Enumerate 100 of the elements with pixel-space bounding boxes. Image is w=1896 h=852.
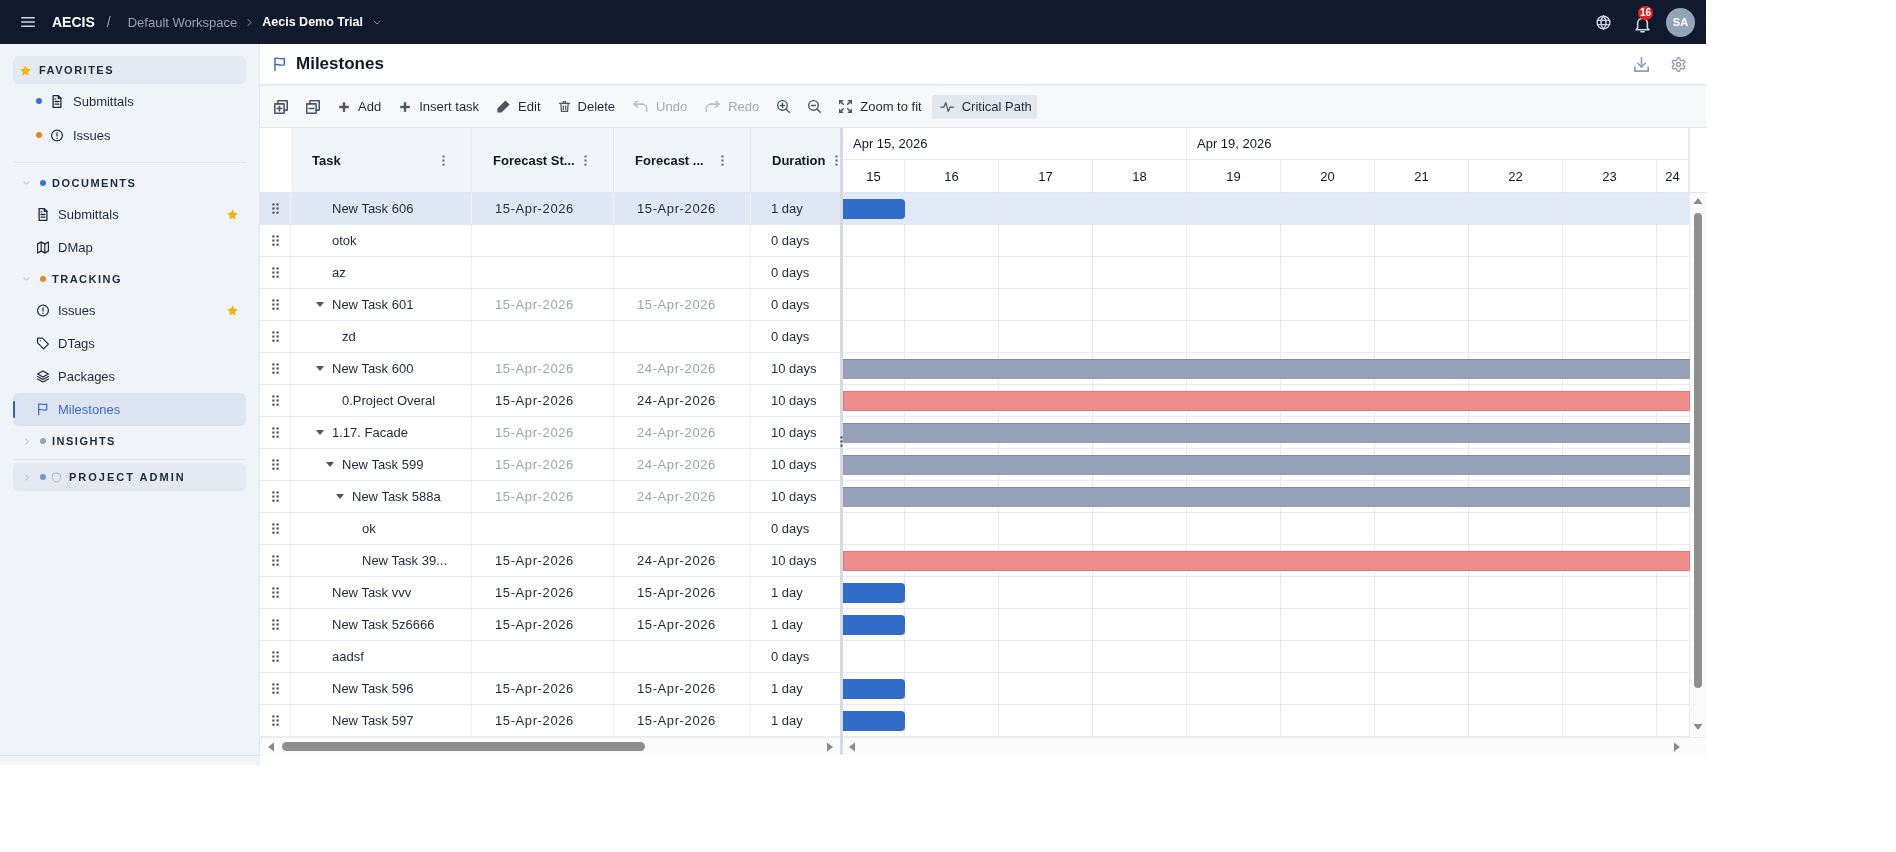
toolbar-button[interactable]: Delete <box>558 94 616 119</box>
task-name: New Task 606 <box>332 201 414 216</box>
table-row[interactable]: otok 0 days <box>260 225 840 257</box>
horizontal-scrollbar[interactable] <box>843 737 1706 755</box>
drag-handle-icon[interactable] <box>271 427 279 438</box>
day-header: 17 <box>999 160 1093 192</box>
section-title[interactable]: DOCUMENTS <box>52 177 137 189</box>
task-name: 1.17. Facade <box>332 425 408 440</box>
caret-down-icon[interactable] <box>336 494 344 499</box>
settings-icon[interactable] <box>1671 56 1686 72</box>
star-icon[interactable] <box>227 305 238 316</box>
caret-down-icon[interactable] <box>326 462 334 467</box>
sidebar-item[interactable]: Issues <box>13 294 246 327</box>
toolbar-button[interactable]: Add <box>338 94 382 119</box>
arrow-left-icon[interactable] <box>849 741 855 752</box>
zoom-out-icon[interactable] <box>808 100 822 113</box>
caret-down-icon[interactable] <box>316 430 324 435</box>
drag-handle-icon[interactable] <box>271 587 279 598</box>
sidebar-item[interactable]: Submittals <box>13 84 246 118</box>
table-row[interactable]: ok 0 days <box>260 513 840 545</box>
sidebar-item[interactable]: Issues <box>13 118 246 152</box>
shield-icon <box>52 471 61 483</box>
expand-all-icon[interactable] <box>274 99 288 114</box>
grip-icon[interactable] <box>840 436 843 447</box>
toolbar-button[interactable]: Insert task <box>399 94 480 119</box>
favorites-header[interactable]: FAVORITES <box>13 56 246 84</box>
table-row[interactable]: New Task 601 15-Apr-2026 15-Apr-2026 0 days <box>260 289 840 321</box>
column-header[interactable]: Forecast ... <box>614 128 751 192</box>
table-cell: 15-Apr-2026 <box>472 609 614 640</box>
table-row[interactable]: New Task vvv 15-Apr-2026 15-Apr-2026 1 day <box>260 577 840 609</box>
table-row[interactable]: 1.17. Facade 15-Apr-2026 24-Apr-2026 10 days <box>260 417 840 449</box>
kebab-menu-icon[interactable] <box>584 154 587 166</box>
sidebar-item[interactable]: DTags <box>13 327 246 360</box>
section-title[interactable]: INSIGHTS <box>52 435 116 447</box>
sidebar-item[interactable]: DMap <box>13 231 246 264</box>
drag-handle-icon[interactable] <box>271 523 279 534</box>
drag-handle-icon[interactable] <box>271 203 279 214</box>
download-icon[interactable] <box>1634 56 1649 72</box>
table-cell: 24-Apr-2026 <box>614 385 751 416</box>
table-row[interactable]: New Task 599 15-Apr-2026 24-Apr-2026 10 days <box>260 449 840 481</box>
kebab-menu-icon[interactable] <box>721 154 724 166</box>
column-header[interactable]: Forecast St... <box>472 128 614 192</box>
arrow-up-icon[interactable] <box>1693 198 1703 204</box>
project-selector[interactable]: Aecis Demo Trial <box>262 15 382 29</box>
task-name: New Task 601 <box>332 297 414 312</box>
table-row[interactable]: New Task 606 15-Apr-2026 15-Apr-2026 1 day <box>260 193 840 225</box>
table-row[interactable]: New Task 588a 15-Apr-2026 24-Apr-2026 10 days <box>260 481 840 513</box>
table-row[interactable]: 0.Project Overal 15-Apr-2026 24-Apr-2026 10 days <box>260 385 840 417</box>
column-header[interactable]: Duration <box>751 128 840 192</box>
horizontal-scrollbar[interactable] <box>260 737 840 755</box>
table-row[interactable]: aadsf 0 days <box>260 641 840 673</box>
sidebar-item[interactable]: Submittals <box>13 198 246 231</box>
globe-icon[interactable] <box>1595 13 1612 31</box>
table-cell: 15-Apr-2026 <box>472 481 614 512</box>
drag-handle-icon[interactable] <box>271 651 279 662</box>
sidebar-item[interactable]: Packages <box>13 360 246 393</box>
arrow-right-icon[interactable] <box>1674 741 1680 752</box>
drag-handle-icon[interactable] <box>271 395 279 406</box>
toolbar-button[interactable]: Edit <box>497 94 541 119</box>
kebab-menu-icon[interactable] <box>442 154 445 166</box>
vertical-scrollbar[interactable] <box>1690 193 1706 737</box>
caret-down-icon[interactable] <box>316 366 324 371</box>
table-row[interactable]: zd 0 days <box>260 321 840 353</box>
drag-handle-icon[interactable] <box>271 299 279 310</box>
arrow-left-icon[interactable] <box>268 741 274 752</box>
zoom-in-icon[interactable] <box>777 100 791 113</box>
arrow-down-icon[interactable] <box>1693 724 1703 730</box>
table-row[interactable]: New Task 596 15-Apr-2026 15-Apr-2026 1 day <box>260 673 840 705</box>
admin-header[interactable]: PROJECT ADMIN <box>13 463 246 491</box>
drag-handle-icon[interactable] <box>271 715 279 726</box>
brand-logo[interactable]: AECIS <box>52 14 95 30</box>
drag-handle-icon[interactable] <box>271 235 279 246</box>
critical-path-button[interactable]: Critical Path <box>931 94 1037 119</box>
arrow-right-icon[interactable] <box>827 741 833 752</box>
drag-handle-icon[interactable] <box>271 363 279 374</box>
page-title: Milestones <box>296 54 384 74</box>
drag-handle-icon[interactable] <box>271 331 279 342</box>
drag-handle-icon[interactable] <box>271 491 279 502</box>
drag-handle-icon[interactable] <box>271 555 279 566</box>
table-row[interactable]: az 0 days <box>260 257 840 289</box>
drag-handle-icon[interactable] <box>271 683 279 694</box>
drag-handle-icon[interactable] <box>271 267 279 278</box>
kebab-menu-icon[interactable] <box>835 154 838 166</box>
section-title[interactable]: TRACKING <box>52 273 123 285</box>
table-row[interactable]: New Task 39... 15-Apr-2026 24-Apr-2026 10 days <box>260 545 840 577</box>
task-name: az <box>332 265 346 280</box>
caret-down-icon[interactable] <box>316 302 324 307</box>
sidebar-item[interactable]: Milestones <box>13 393 246 426</box>
collapse-all-icon[interactable] <box>306 99 320 114</box>
scrollbar-thumb[interactable] <box>1694 213 1702 688</box>
table-row[interactable]: New Task 5z6666 15-Apr-2026 15-Apr-2026 1 day <box>260 609 840 641</box>
toolbar-button[interactable]: Zoom to fit <box>839 94 922 119</box>
menu-icon[interactable] <box>21 16 35 28</box>
scrollbar-thumb[interactable] <box>282 742 645 751</box>
drag-handle-icon[interactable] <box>271 619 279 630</box>
column-header[interactable]: Task <box>291 128 472 192</box>
table-row[interactable]: New Task 600 15-Apr-2026 24-Apr-2026 10 days <box>260 353 840 385</box>
workspace-link[interactable]: Default Workspace <box>127 14 238 30</box>
star-icon[interactable] <box>227 209 238 220</box>
drag-handle-icon[interactable] <box>271 459 279 470</box>
